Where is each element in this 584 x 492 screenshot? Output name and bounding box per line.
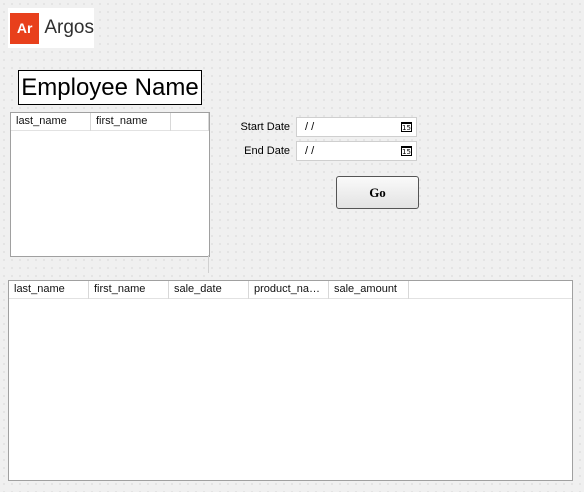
employee-grid-header: last_name first_name bbox=[11, 113, 209, 131]
column-header-sale-date[interactable]: sale_date bbox=[169, 281, 249, 299]
column-header-first-name[interactable]: first_name bbox=[91, 113, 171, 131]
column-header-last-name[interactable]: last_name bbox=[9, 281, 89, 299]
column-header-empty bbox=[409, 281, 571, 299]
argos-logo: Ar Argos bbox=[8, 8, 94, 48]
go-button[interactable]: Go bbox=[336, 176, 419, 209]
calendar-icon[interactable]: 15 bbox=[401, 122, 412, 132]
separator-line bbox=[208, 255, 209, 273]
column-header-product-name[interactable]: product_na… bbox=[249, 281, 329, 299]
column-header-first-name[interactable]: first_name bbox=[89, 281, 169, 299]
end-date-field[interactable]: / / 15 bbox=[296, 141, 417, 161]
page-title: Employee Name bbox=[18, 70, 202, 105]
start-date-value: / / bbox=[305, 121, 315, 133]
sales-grid-header: last_name first_name sale_date product_n… bbox=[9, 281, 572, 299]
column-header-empty bbox=[171, 113, 209, 131]
logo-mark: Ar bbox=[10, 12, 40, 44]
column-header-last-name[interactable]: last_name bbox=[11, 113, 91, 131]
end-date-value: / / bbox=[305, 145, 315, 157]
calendar-icon[interactable]: 15 bbox=[401, 146, 412, 156]
employee-grid[interactable]: last_name first_name bbox=[10, 112, 210, 257]
sales-grid[interactable]: last_name first_name sale_date product_n… bbox=[8, 280, 573, 481]
start-date-label: Start Date bbox=[240, 121, 290, 133]
start-date-field[interactable]: / / 15 bbox=[296, 117, 417, 137]
end-date-label: End Date bbox=[244, 145, 290, 157]
column-header-sale-amount[interactable]: sale_amount bbox=[329, 281, 409, 299]
logo-text: Argos bbox=[44, 17, 94, 38]
